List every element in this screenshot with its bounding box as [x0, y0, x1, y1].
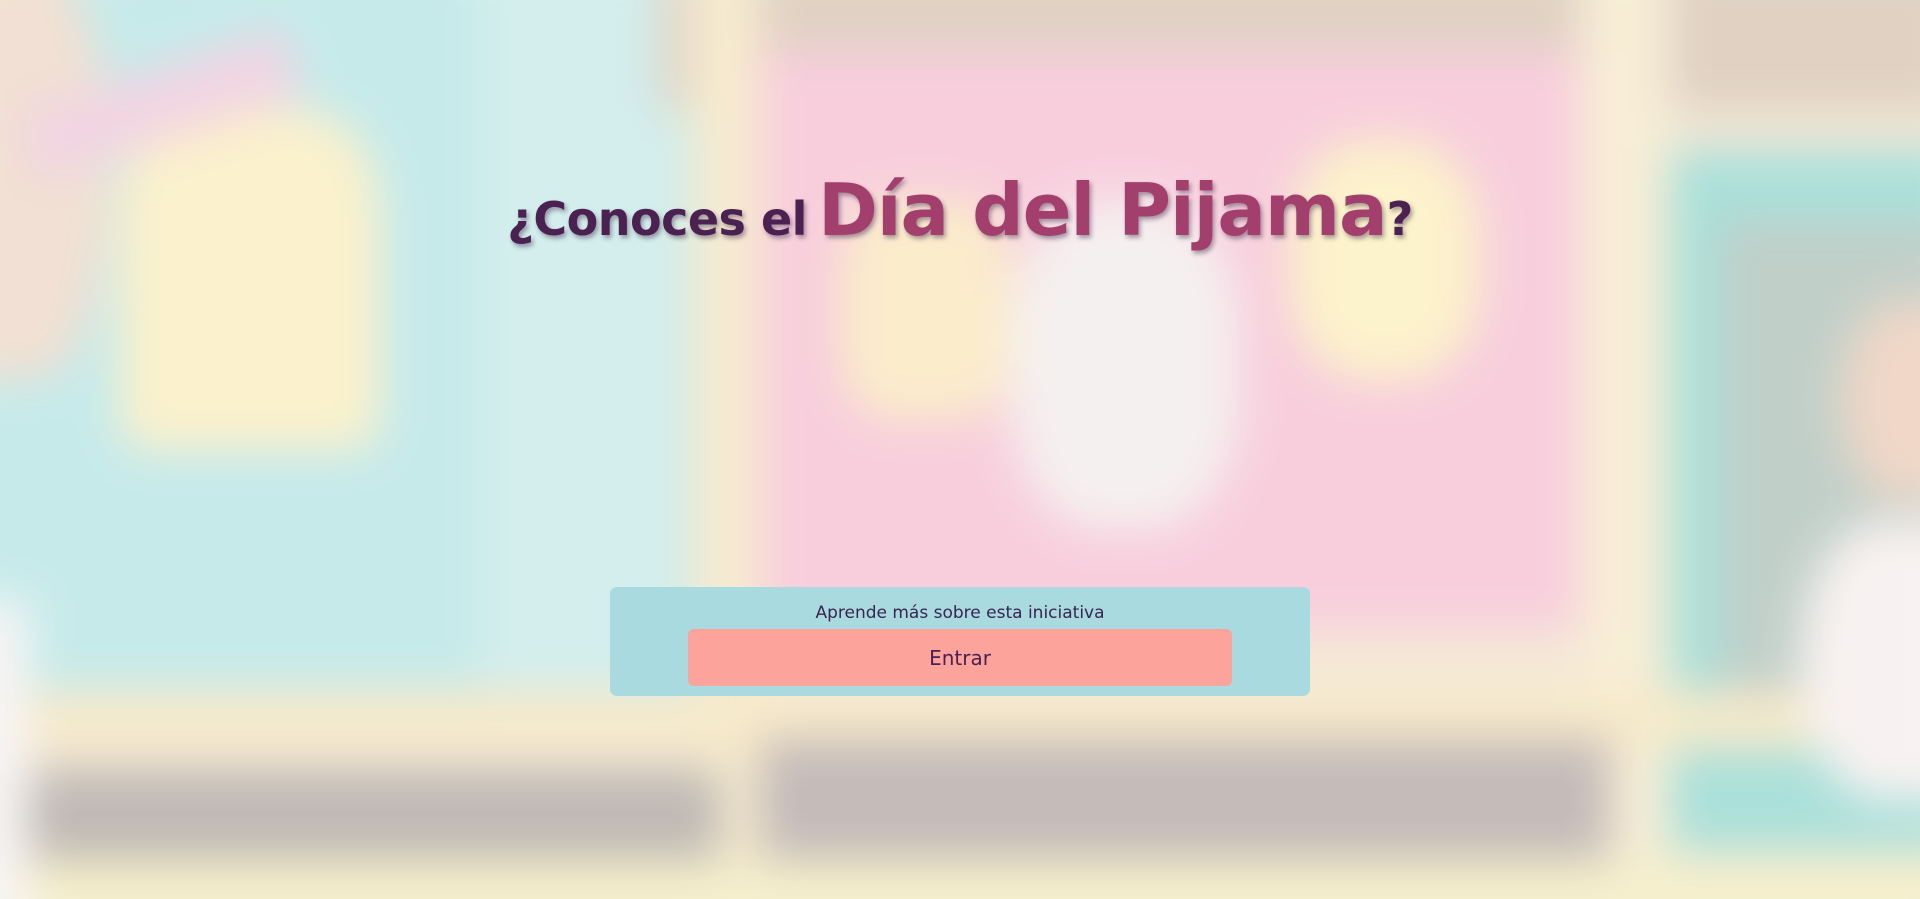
headline-highlight: Día del Pijama	[818, 168, 1388, 252]
enter-button[interactable]: Entrar	[688, 629, 1232, 686]
cta-panel: Aprende más sobre esta iniciativa Entrar	[610, 587, 1310, 696]
landing-page: ¿Conoces el Día del Pijama? Aprende más …	[0, 0, 1920, 899]
page-title: ¿Conoces el Día del Pijama?	[0, 168, 1920, 252]
headline-prefix: ¿Conoces el	[507, 192, 807, 246]
cta-label: Aprende más sobre esta iniciativa	[815, 603, 1105, 623]
headline-suffix: ?	[1386, 192, 1414, 246]
background-overlay	[0, 0, 1920, 899]
